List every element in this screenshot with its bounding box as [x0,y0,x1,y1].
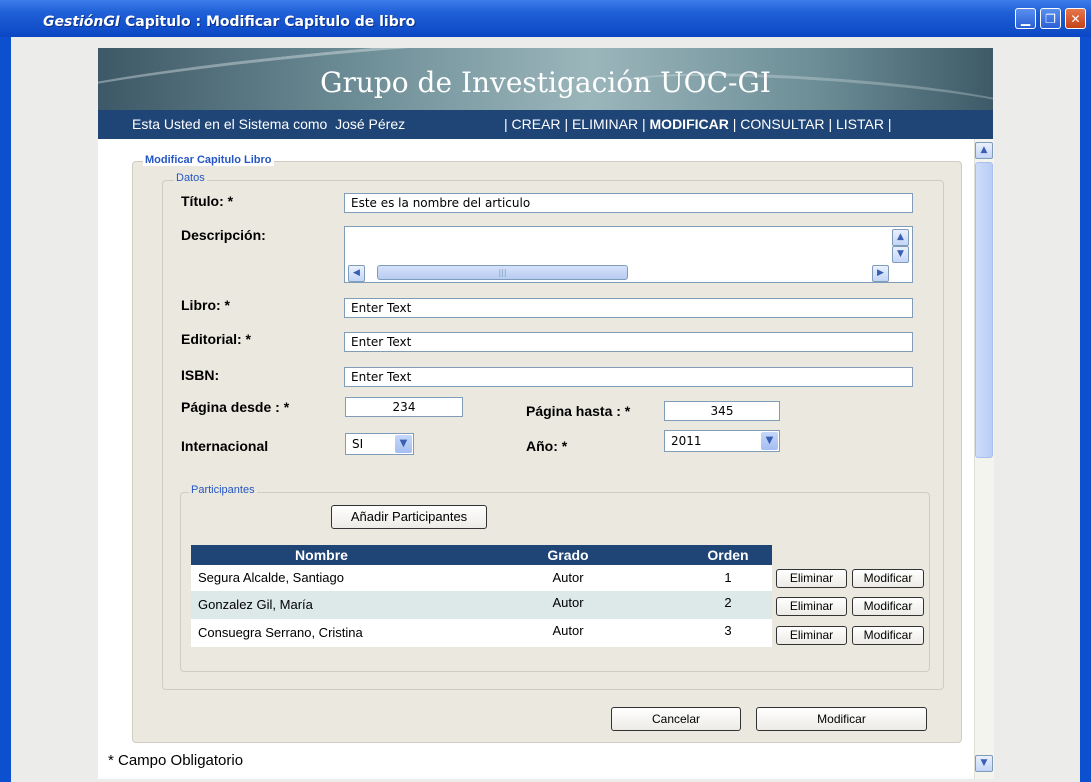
isbn-label: ISBN: [181,367,220,383]
editorial-input[interactable]: Enter Text [344,332,913,352]
page-scroll-up[interactable]: ▲ [975,142,993,159]
app-name: GestiónGI [43,14,121,30]
row-orden: 2 [724,595,732,610]
scroll-right-icon: ▶ [877,268,884,278]
row-eliminar-button[interactable]: Eliminar [776,597,847,616]
nav-bar: Esta Usted en el Sistema como José Pérez… [98,110,993,139]
nav-modificar[interactable]: MODIFICAR [650,116,729,132]
row-grado: Autor [552,623,584,638]
section-title: Modificar Capitulo Libro [143,154,274,166]
window-title: GestiónGI Capitulo : Modificar Capitulo … [43,14,415,30]
row-eliminar-button[interactable]: Eliminar [776,569,847,588]
anio-select[interactable]: 2011 ▼ [664,430,780,452]
textarea-scroll-down[interactable]: ▼ [892,246,909,263]
window-titlebar: GestiónGI Capitulo : Modificar Capitulo … [0,0,1091,37]
nav-separator: | [732,116,737,132]
add-participantes-button[interactable]: Añadir Participantes [331,505,487,529]
row-eliminar-button[interactable]: Eliminar [776,626,847,645]
close-icon: ✕ [1070,12,1081,26]
row-modificar-button[interactable]: Modificar [852,626,924,645]
nav-separator: | [887,116,892,132]
libro-input[interactable]: Enter Text [344,298,913,318]
nav-separator: | [504,116,508,132]
row-nombre: Consuegra Serrano, Cristina [198,625,363,640]
nav-separator: | [641,116,646,132]
row-grado: Autor [552,595,584,610]
restore-button[interactable]: ❐ [1040,8,1061,29]
close-button[interactable]: ✕ [1065,8,1086,29]
row-nombre: Gonzalez Gil, María [198,597,313,612]
anio-label: Año: * [526,438,568,454]
scroll-down-icon: ▼ [897,249,904,259]
row-modificar-button[interactable]: Modificar [852,569,924,588]
header-banner: Grupo de Investigación UOC-GI [98,48,993,110]
nav-listar[interactable]: LISTAR [836,116,884,132]
row-orden: 3 [724,623,732,638]
grip-icon: ||| [498,268,507,277]
internacional-select[interactable]: SI ▼ [345,433,414,455]
pagina-desde-label: Página desde : * [181,399,290,415]
pagina-desde-input[interactable]: 234 [345,397,463,417]
textarea-scroll-up[interactable]: ▲ [892,229,909,246]
restore-icon: ❐ [1045,12,1056,26]
pagina-hasta-input[interactable]: 345 [664,401,780,421]
user-name: José Pérez [335,116,406,132]
chevron-down-icon[interactable]: ▼ [761,432,778,450]
cancel-button[interactable]: Cancelar [611,707,741,731]
internacional-label: Internacional [181,438,269,454]
minimize-button[interactable]: ▁ [1015,8,1036,29]
textarea-scroll-left[interactable]: ◀ [348,265,365,282]
col-header-nombre: Nombre [191,545,452,565]
page-scroll-down[interactable]: ▼ [975,755,993,772]
internacional-value: SI [352,437,364,451]
editorial-label: Editorial: * [181,331,252,347]
minimize-icon: ▁ [1020,12,1031,26]
window-title-text: Capitulo : Modificar Capitulo de libro [124,14,416,30]
isbn-input[interactable]: Enter Text [344,367,913,387]
datos-legend: Datos [174,172,207,184]
window-border-left [0,37,11,782]
window-border-right [1080,37,1091,782]
scroll-up-icon: ▲ [897,232,904,242]
scroll-down-icon: ▼ [980,758,988,768]
anio-value: 2011 [671,434,702,448]
nav-eliminar[interactable]: ELIMINAR [572,116,638,132]
row-nombre: Segura Alcalde, Santiago [198,570,344,585]
libro-label: Libro: * [181,297,230,313]
textarea-scroll-right[interactable]: ▶ [872,265,889,282]
scroll-left-icon: ◀ [353,268,360,278]
nav-links: | CREAR | ELIMINAR | MODIFICAR | CONSULT… [504,116,891,132]
nav-consultar[interactable]: CONSULTAR [740,116,824,132]
required-fields-note: * Campo Obligatorio [108,752,244,769]
scroll-up-icon: ▲ [980,145,988,155]
nav-separator: | [828,116,833,132]
col-header-orden: Orden [684,545,772,565]
nav-crear[interactable]: CREAR [512,116,561,132]
user-prefix: Esta Usted en el Sistema como [132,116,328,132]
descripcion-label: Descripción: [181,227,266,243]
modificar-submit-button[interactable]: Modificar [756,707,927,731]
titulo-input[interactable]: Este es la nombre del articulo [344,193,913,213]
nav-separator: | [564,116,569,132]
banner-title: Grupo de Investigación UOC-GI [320,66,771,99]
participantes-legend: Participantes [189,484,257,496]
titulo-label: Título: * [181,193,234,209]
col-header-grado: Grado [452,545,684,565]
pagina-hasta-label: Página hasta : * [526,403,631,419]
page-scroll-thumb[interactable] [975,162,993,458]
row-grado: Autor [552,570,584,585]
user-info: Esta Usted en el Sistema como José Pérez [132,116,405,132]
chevron-down-icon[interactable]: ▼ [395,435,412,453]
row-orden: 1 [724,570,732,585]
row-modificar-button[interactable]: Modificar [852,597,924,616]
textarea-hscroll-thumb[interactable]: ||| [377,265,628,280]
